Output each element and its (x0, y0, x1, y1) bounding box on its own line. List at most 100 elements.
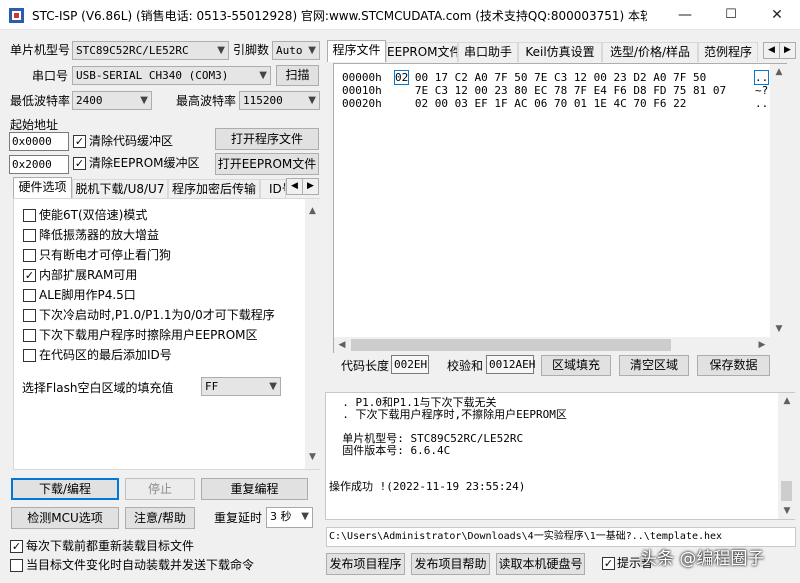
flash-fill-select[interactable]: FF ▼ (201, 377, 281, 396)
tab-example-programs[interactable]: 范例程序 (698, 42, 758, 62)
open-program-file-button[interactable]: 打开程序文件 (215, 128, 319, 150)
hardware-option-checkbox[interactable] (23, 209, 36, 222)
prompt-sound-checkbox[interactable]: ✓ (602, 557, 615, 570)
clear-eeprom-checkbox[interactable]: ✓ (73, 157, 86, 170)
minimize-button[interactable]: — (662, 0, 708, 30)
hex-ascii: .. (755, 97, 769, 110)
hardware-option-checkbox[interactable] (23, 309, 36, 322)
options-scrollbar[interactable]: ▲ ▼ (305, 199, 320, 469)
chevron-down-icon: ▼ (269, 381, 277, 392)
min-baud-select[interactable]: 2400 ▼ (72, 91, 152, 110)
scroll-down-icon[interactable]: ▼ (779, 503, 795, 519)
scroll-right-icon[interactable]: ▶ (754, 337, 770, 353)
scroll-thumb[interactable] (781, 481, 792, 501)
hex-bytes[interactable]: 02 00 03 EF 1F AC 06 70 01 1E 4C 70 F6 2… (408, 97, 687, 110)
hex-ascii: ~? (755, 84, 769, 97)
hardware-option-label: 降低振荡器的放大增益 (39, 228, 160, 242)
read-disk-id-button[interactable]: 读取本机硬盘号 (496, 553, 585, 575)
pin-count-value: Auto (276, 44, 303, 57)
code-length-value: 002EH (391, 355, 429, 374)
tab-offline-download[interactable]: 脱机下载/U8/U7 (72, 179, 168, 199)
chevron-down-icon: ▼ (308, 45, 316, 56)
fill-region-button[interactable]: 区域填充 (541, 355, 611, 376)
tab-program-file[interactable]: 程序文件 (327, 40, 386, 62)
repeat-delay-select[interactable]: 3 秒 ▼ (266, 507, 313, 528)
repeat-program-button[interactable]: 重复编程 (201, 478, 308, 500)
reload-before-download-checkbox[interactable]: ✓ (10, 540, 23, 553)
stop-button[interactable]: 停止 (125, 478, 195, 500)
hex-ascii: .. (753, 70, 770, 85)
scroll-thumb[interactable] (351, 339, 671, 351)
hex-vertical-scrollbar[interactable]: ▲ ▼ (770, 64, 787, 337)
scroll-up-icon[interactable]: ▲ (771, 64, 787, 80)
tab-encrypted-transfer[interactable]: 程序加密后传输 (168, 179, 260, 199)
download-program-button[interactable]: 下载/编程 (11, 478, 119, 500)
serial-port-select[interactable]: USB-SERIAL CH340 (COM3) ▼ (72, 66, 271, 85)
checksum-value: 0012AEH (486, 355, 535, 374)
check-mark-icon: ✓ (74, 135, 85, 148)
close-button[interactable]: ✕ (754, 0, 800, 30)
max-baud-value: 115200 (243, 94, 283, 107)
hex-row: 00000h 02 00 17 C2 A0 7F 50 7E C3 12 00 … (342, 70, 770, 85)
tab-serial-assistant[interactable]: 串口助手 (458, 42, 518, 62)
clear-code-checkbox[interactable]: ✓ (73, 135, 86, 148)
tab-selection-price[interactable]: 选型/价格/样品 (602, 42, 698, 62)
tab-scroll-left-icon[interactable]: ◀ (286, 178, 303, 195)
check-mcu-options-button[interactable]: 检测MCU选项 (11, 507, 119, 529)
flash-fill-value: FF (205, 380, 219, 393)
publish-program-button[interactable]: 发布项目程序 (326, 553, 405, 575)
hardware-option-checkbox[interactable] (23, 249, 36, 262)
hardware-option-checkbox[interactable] (23, 289, 36, 302)
scroll-down-icon[interactable]: ▼ (305, 449, 320, 465)
publish-help-button[interactable]: 发布项目帮助 (411, 553, 490, 575)
hardware-option-checkbox[interactable] (23, 349, 36, 362)
hex-first-byte[interactable] (395, 84, 408, 97)
scan-button[interactable]: 扫描 (276, 65, 319, 86)
serial-port-label: 串口号 (32, 69, 69, 83)
hex-editor[interactable]: 00000h 02 00 17 C2 A0 7F 50 7E C3 12 00 … (333, 63, 787, 353)
tab-scroll-right-icon[interactable]: ▶ (302, 178, 319, 195)
scroll-left-icon[interactable]: ◀ (334, 337, 350, 353)
hardware-option-checkbox[interactable]: ✓ (23, 269, 36, 282)
scroll-up-icon[interactable]: ▲ (779, 393, 795, 409)
hardware-option-checkbox[interactable] (23, 329, 36, 342)
auto-reload-checkbox[interactable] (10, 559, 23, 572)
hex-horizontal-scrollbar[interactable]: ◀ ▶ (334, 337, 770, 353)
max-baud-select[interactable]: 115200 ▼ (239, 91, 320, 110)
tab-keil-settings[interactable]: Keil仿真设置 (518, 42, 602, 62)
max-baud-label: 最高波特率 (176, 94, 237, 108)
hardware-option-checkbox[interactable] (23, 229, 36, 242)
notes-help-button[interactable]: 注意/帮助 (125, 507, 195, 529)
tab-eeprom-file[interactable]: EEPROM文件 (386, 42, 458, 62)
hex-first-byte[interactable]: 02 (393, 70, 410, 85)
eeprom-address-input[interactable]: 0x2000 (9, 155, 69, 174)
pin-count-select[interactable]: Auto ▼ (272, 41, 320, 60)
hex-first-byte[interactable] (395, 97, 408, 110)
repeat-delay-label: 重复延时 (214, 511, 263, 525)
hardware-option-label: 内部扩展RAM可用 (39, 268, 138, 282)
hardware-option-label: 在代码区的最后添加ID号 (39, 348, 172, 362)
scroll-up-icon[interactable]: ▲ (305, 203, 320, 219)
min-baud-value: 2400 (76, 94, 103, 107)
open-eeprom-file-button[interactable]: 打开EEPROM文件 (215, 153, 319, 175)
auto-reload-label: 当目标文件变化时自动装载并发送下载命令 (26, 558, 255, 572)
tab-scroll-left-icon[interactable]: ◀ (763, 42, 780, 59)
hardware-option-label: 下次冷启动时,P1.0/P1.1为0/0才可下载程序 (39, 308, 275, 322)
chevron-down-icon: ▼ (140, 95, 148, 106)
hex-bytes[interactable]: 7E C3 12 00 23 80 EC 78 7F E4 F6 D8 FD 7… (408, 84, 726, 97)
start-address-label: 起始地址 (10, 118, 59, 132)
chevron-down-icon: ▼ (217, 45, 225, 56)
tab-id-number[interactable]: ID号 (260, 179, 286, 199)
scroll-down-icon[interactable]: ▼ (771, 321, 787, 337)
save-data-button[interactable]: 保存数据 (697, 355, 770, 376)
tab-scroll-right-icon[interactable]: ▶ (779, 42, 796, 59)
tab-hardware-options[interactable]: 硬件选项 (13, 177, 72, 199)
maximize-button[interactable]: ☐ (708, 0, 754, 30)
log-scrollbar[interactable]: ▲ ▼ (778, 393, 795, 519)
log-line: . 下次下载用户程序时,不擦除用户EEPROM区 (329, 408, 567, 421)
hex-bytes[interactable]: 00 17 C2 A0 7F 50 7E C3 12 00 23 D2 A0 7… (408, 71, 706, 84)
mcu-model-select[interactable]: STC89C52RC/LE52RC ▼ (72, 41, 229, 60)
clear-region-button[interactable]: 清空区域 (619, 355, 689, 376)
start-address-input[interactable]: 0x0000 (9, 132, 69, 151)
pin-count-label: 引脚数 (233, 43, 270, 57)
